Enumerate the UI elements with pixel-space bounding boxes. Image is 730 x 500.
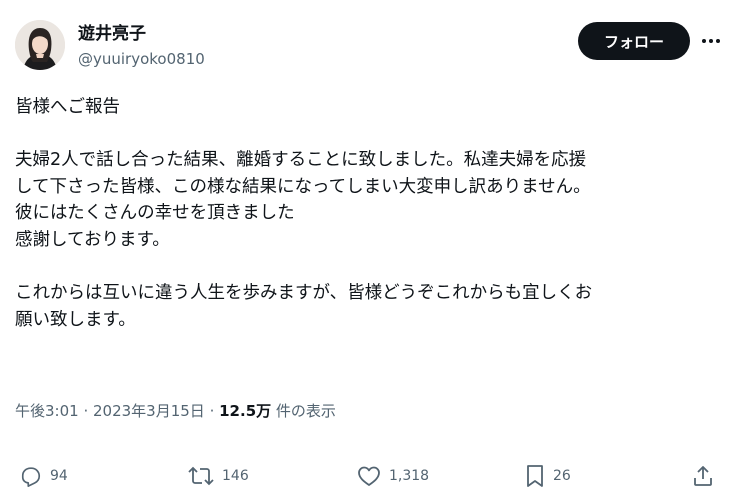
tweet-time[interactable]: 午後3:01 (15, 402, 79, 420)
author-name[interactable]: 遊井亮子 (78, 24, 146, 44)
reply-count: 94 (50, 468, 68, 484)
tweet-text-line: 願い致します。 (15, 309, 136, 330)
tweet-text-line (15, 254, 720, 281)
tweet: 遊井亮子 @yuuiryoko0810 フォロー 皆様へご報告 夫婦2人で話し合… (0, 0, 730, 500)
share-button[interactable] (692, 460, 714, 492)
tweet-text-line: 夫婦2人で話し合った結果、離婚することに致しました。私達夫婦を応援 (15, 150, 587, 171)
share-icon (694, 466, 712, 486)
repost-icon (188, 466, 214, 486)
more-icon[interactable] (698, 30, 724, 52)
tweet-text-line: 彼にはたくさんの幸せを頂きました (15, 203, 295, 224)
tweet-date[interactable]: 2023年3月15日 (93, 402, 205, 420)
tweet-text-line: して下さった皆様、この様な結果になってしまい大変申し訳ありません。 (15, 176, 591, 197)
bookmark-button[interactable]: 26 (525, 460, 571, 492)
bookmark-count: 26 (553, 468, 571, 484)
repost-button[interactable]: 146 (188, 460, 249, 492)
tweet-text-line: これからは互いに違う人生を歩みますが、皆様どうぞこれからも宜しくお (15, 283, 593, 304)
meta-separator: · (78, 402, 93, 420)
avatar[interactable] (15, 20, 65, 70)
meta-separator: · (204, 402, 220, 420)
reply-button[interactable]: 94 (20, 460, 68, 492)
tweet-text: 皆様へご報告 夫婦2人で話し合った結果、離婚することに致しました。私達夫婦を応援… (15, 94, 720, 333)
views-label: 件の表示 (271, 402, 336, 420)
tweet-text-line: 皆様へご報告 (15, 97, 120, 117)
tweet-text-line: 感謝しております。 (15, 229, 170, 250)
follow-button[interactable]: フォロー (578, 22, 690, 60)
repost-count: 146 (222, 468, 249, 484)
views-count[interactable]: 12.5万 (219, 402, 271, 420)
author-handle[interactable]: @yuuiryoko0810 (78, 50, 205, 68)
like-count: 1,318 (389, 468, 430, 484)
reply-icon (21, 467, 41, 487)
action-bar: 94 146 1,318 26 (0, 460, 730, 492)
avatar-photo (15, 20, 65, 70)
like-button[interactable]: 1,318 (357, 460, 429, 492)
bookmark-icon (527, 465, 543, 487)
tweet-meta: 午後3:01 · 2023年3月15日 · 12.5万 件の表示 (15, 401, 336, 421)
tweet-text-line (15, 121, 720, 148)
heart-icon (358, 466, 380, 486)
